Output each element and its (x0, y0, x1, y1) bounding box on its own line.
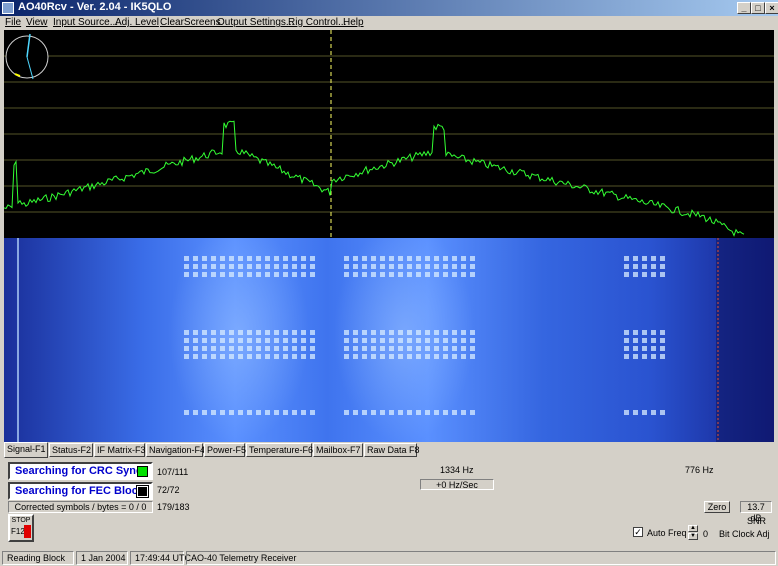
spin-down-icon[interactable]: ▼ (688, 533, 698, 540)
fec-block-status: Searching for FEC Block (8, 482, 153, 500)
crc-count: 107/111 (157, 467, 189, 477)
spectrum-plot (4, 30, 774, 238)
menu-bar: File View Input Source... Adj. Level Cle… (0, 16, 778, 30)
tab-mailbox[interactable]: Mailbox-F7 (313, 443, 363, 457)
status-bar: Reading Block 1 Jan 2004 17:49:44 UTC AO… (0, 550, 778, 566)
stop-indicator-icon (24, 525, 31, 538)
tune-frequency-readout: 776 Hz (685, 465, 714, 475)
scope-gridlines (4, 55, 774, 213)
window-title: AO40Rcv - Ver. 2.04 - IK5QLO (18, 1, 172, 13)
status-app-name: AO-40 Telemetry Receiver (186, 551, 776, 565)
stop-button[interactable]: STOP F12 (8, 514, 34, 542)
menu-clear-screens[interactable]: ClearScreens (160, 17, 221, 28)
spectrum-scope[interactable] (4, 30, 774, 238)
menu-file[interactable]: File (5, 17, 21, 28)
menu-rig-control[interactable]: Rig Control... (288, 17, 346, 28)
status-date: 1 Jan 2004 (76, 551, 128, 565)
tab-power[interactable]: Power-F5 (204, 443, 246, 457)
stop-label: STOP (11, 517, 31, 524)
maximize-button[interactable]: □ (751, 2, 765, 14)
spin-up-icon[interactable]: ▲ (688, 525, 698, 532)
menu-adj-level[interactable]: Adj. Level (115, 17, 159, 28)
crc-sync-status: Searching for CRC Sync (8, 462, 153, 480)
tab-status[interactable]: Status-F2 (49, 443, 93, 457)
auto-freq-checkbox[interactable]: ✓ (633, 527, 643, 537)
spectrum-trace (4, 120, 745, 237)
bit-clock-spinner[interactable]: ▲ ▼ (688, 525, 698, 540)
tab-signal[interactable]: Signal-F1 (4, 442, 48, 458)
corrected-symbols-label: Corrected symbols / bytes = 0 / 0 (8, 501, 153, 513)
tab-if-matrix[interactable]: IF Matrix-F3 (94, 443, 146, 457)
stop-key-label: F12 (11, 527, 25, 536)
corrected-count: 179/183 (157, 502, 190, 512)
frequency-readout: 1334 Hz (440, 465, 474, 475)
waterfall-pattern (17, 238, 774, 442)
bit-clock-value: 0 (703, 529, 709, 539)
app-icon (2, 2, 14, 14)
tab-temperature[interactable]: Temperature-F6 (246, 443, 313, 457)
menu-view[interactable]: View (26, 17, 48, 28)
status-time: 17:49:44 UTC (130, 551, 191, 565)
auto-freq-label: Auto Freq (647, 528, 687, 538)
status-reading: Reading Block (2, 551, 74, 565)
menu-help[interactable]: Help (343, 17, 364, 28)
tuning-dial-icon[interactable] (5, 33, 49, 80)
drift-readout: +0 Hz/Sec (420, 479, 494, 490)
title-bar: AO40Rcv - Ver. 2.04 - IK5QLO _ □ × (0, 0, 778, 16)
tab-navigation[interactable]: Navigation-F4 (146, 443, 205, 457)
menu-output-settings[interactable]: Output Settings... (217, 17, 294, 28)
close-button[interactable]: × (765, 2, 778, 14)
minimize-button[interactable]: _ (737, 2, 751, 14)
fec-count: 72/72 (157, 485, 180, 495)
crc-indicator-icon (137, 466, 148, 477)
zero-button[interactable]: Zero (704, 501, 730, 513)
waterfall-display[interactable] (4, 238, 774, 442)
fec-indicator-icon (136, 485, 149, 498)
bit-clock-label: Bit Clock Adj (719, 529, 770, 539)
tab-raw-data[interactable]: Raw Data F8 (364, 443, 420, 457)
snr-label: SNR (747, 516, 767, 526)
menu-input-source[interactable]: Input Source... (53, 17, 118, 28)
snr-value: 13.7 dB (740, 501, 772, 523)
